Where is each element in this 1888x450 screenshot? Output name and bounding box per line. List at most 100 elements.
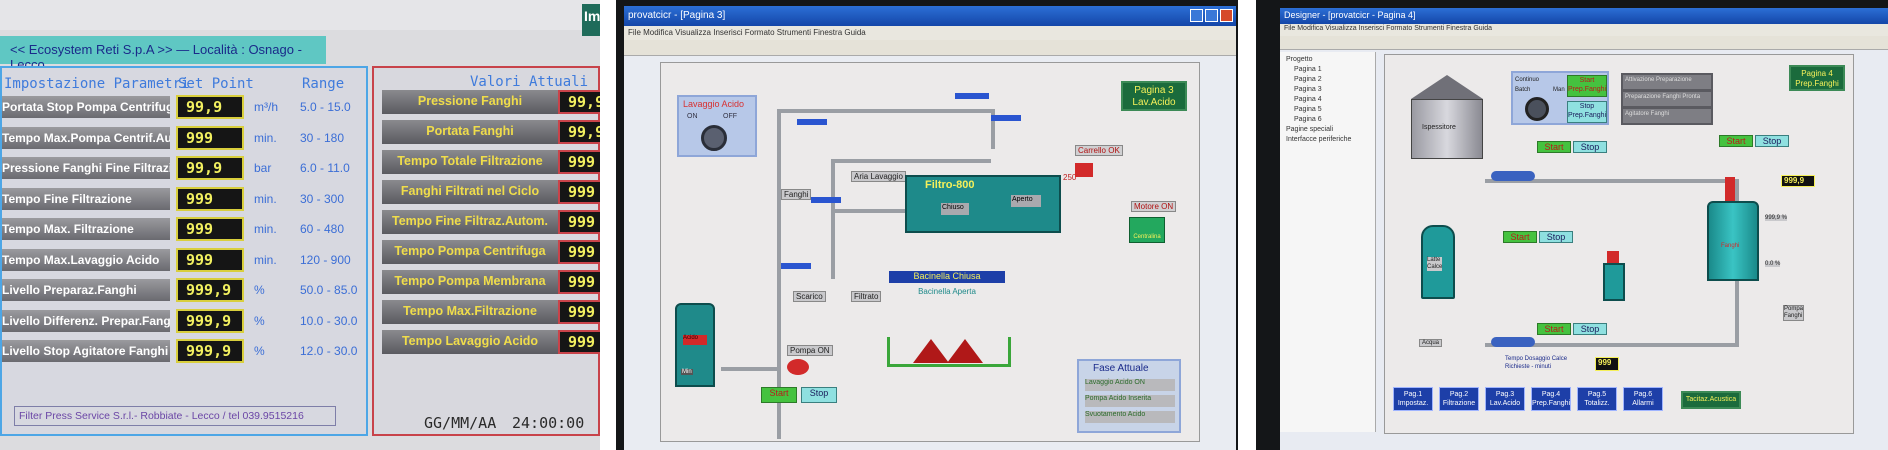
acid-on-label: ON (687, 113, 698, 120)
man-label: Man (1553, 87, 1565, 93)
tree-item[interactable]: Pagina 3 (1284, 86, 1371, 96)
cart-ok-tag: Carrello OK (1075, 145, 1123, 156)
phase-item: Lavaggio Acido ON (1085, 379, 1175, 391)
filter-press[interactable]: Filtro-800 Chiuso Aperto (905, 175, 1061, 233)
unit-label: % (254, 344, 265, 358)
mode-selector[interactable]: Continuo Batch Man Start Prep.Fanghi Sto… (1511, 71, 1609, 125)
range-label: 50.0 - 85.0 (300, 283, 358, 297)
start-prep-button[interactable]: Start Prep.Fanghi (1567, 75, 1607, 97)
setpoint-field[interactable]: 999,9 (176, 278, 244, 302)
scada-canvas: Lavaggio Acido ON OFF Pagina 3 Lav.Acido… (660, 62, 1200, 442)
actual-value-display: 999 (558, 150, 600, 174)
tree-item[interactable]: Pagina 6 (1284, 116, 1371, 126)
valve-indicator-5 (781, 263, 811, 269)
page-nav-button[interactable]: Pag.3 Lav.Acido (1485, 387, 1525, 411)
actual-value-label: Fanghi Filtrati nel Ciclo (382, 180, 558, 204)
actual-value-display: 999 (558, 180, 600, 204)
stop-button[interactable]: Stop (1573, 323, 1607, 335)
tree-item[interactable]: Pagina 4 (1284, 96, 1371, 106)
page-nav-button[interactable]: Pag.6 Allarmi (1623, 387, 1663, 411)
stop-button[interactable]: Stop (1573, 141, 1607, 153)
actual-value-display: 999 (558, 270, 600, 294)
cart-motor-icon (1075, 163, 1093, 177)
tree-item[interactable]: Pagina 2 (1284, 76, 1371, 86)
alarm-silence-button[interactable]: Tacitaz.Acustica (1681, 391, 1741, 409)
tree-item[interactable]: Pagina 5 (1284, 106, 1371, 116)
acid-off-label: OFF (723, 113, 737, 120)
col-setpoint-header: Set Point (178, 76, 254, 92)
range-label: 5.0 - 15.0 (300, 100, 351, 114)
setpoint-field[interactable]: 99,9 (176, 156, 244, 180)
minimize-button[interactable] (1190, 9, 1203, 22)
start-button[interactable]: Start (1719, 135, 1753, 147)
menu-bar[interactable]: File Modifica Visualizza Inserisci Forma… (1280, 24, 1888, 36)
unit-label: % (254, 313, 265, 328)
page-nav-button[interactable]: Pag.2 Filtrazione (1439, 387, 1479, 411)
designer-window: provatcicr - [Pagina 3] File Modifica Vi… (624, 6, 1236, 450)
silo-roof (1411, 75, 1483, 99)
page-nav-button[interactable]: Pag.5 Totalizz. (1577, 387, 1617, 411)
setpoint-field[interactable]: 99,9 (176, 95, 244, 119)
setpoint-field[interactable]: 999 (176, 186, 244, 211)
closed-indicator: Chiuso (941, 203, 969, 215)
phase-title: Fase Attuale (1093, 363, 1149, 374)
company-footer: Filter Press Service S.r.l.- Robbiate - … (14, 406, 336, 426)
unit-label: min. (254, 252, 277, 267)
mixer-motor-icon (1607, 251, 1619, 263)
setpoint-field[interactable]: 999 (176, 217, 244, 241)
page-nav-button[interactable]: Pag.4 Prep.Fanghi (1531, 387, 1571, 411)
acid-wash-title: Lavaggio Acido (683, 99, 745, 109)
designer-window: Designer - [provatcicr - Pagina 4] File … (1280, 8, 1888, 450)
setpoint-field[interactable]: 999,9 (176, 339, 244, 363)
page-nav-button[interactable]: Pag.1 Impostaz. (1393, 387, 1433, 411)
maximize-button[interactable] (1205, 9, 1218, 22)
range-label: 30 - 180 (300, 130, 345, 145)
param-label: Tempo Fine Filtrazione (2, 187, 170, 210)
actual-value-label: Tempo Pompa Centrifuga (382, 240, 558, 264)
sludge-pump-tag: Pompa Fanghi (1783, 305, 1805, 321)
stop-button[interactable]: Stop (1755, 135, 1789, 147)
window-titlebar: Designer - [provatcicr - Pagina 4] (1280, 8, 1888, 24)
stop-button[interactable]: Stop (1539, 231, 1573, 243)
acid-pump-icon[interactable] (787, 359, 809, 375)
tree-item[interactable]: Pagine speciali (1284, 126, 1371, 136)
unit-label: min. (254, 130, 277, 145)
stop-prep-button[interactable]: Stop Prep.Fanghi (1567, 101, 1607, 123)
motor-on-tag: Motore ON (1131, 201, 1177, 212)
filtrate-tag: Filtrato (851, 291, 882, 302)
start-button[interactable]: Start (1537, 141, 1571, 153)
tree-item[interactable]: Interfacce periferiche (1284, 136, 1371, 146)
project-tree[interactable]: Progetto Pagina 1 Pagina 2 Pagina 3 Pagina 4… (1280, 52, 1376, 432)
selector-knob-icon[interactable] (1525, 97, 1549, 121)
acid-tank: Acido Min (675, 303, 715, 387)
col-params-header: Impostazione Parametri (4, 76, 190, 92)
unit-label: % (254, 283, 265, 297)
range-label: 120 - 900 (300, 252, 351, 267)
stop-button[interactable]: Stop (801, 387, 837, 403)
actual-value-display: 999 (558, 300, 600, 324)
dosing-tank (1603, 263, 1625, 301)
setpoint-field[interactable]: 999 (176, 125, 244, 150)
acid-tank-label: Acido (683, 335, 707, 345)
start-button[interactable]: Start (1537, 323, 1571, 335)
start-button[interactable]: Start (761, 387, 797, 403)
menu-bar[interactable]: File Modifica Visualizza Inserisci Forma… (624, 26, 1236, 40)
actual-value-label: Tempo Totale Filtrazione (382, 150, 558, 174)
acid-wash-selector[interactable]: Lavaggio Acido ON OFF (677, 95, 757, 157)
screw-pump-icon (1491, 337, 1535, 347)
setpoint-field[interactable]: 999,9 (176, 308, 244, 333)
setpoint-field[interactable]: 999 (176, 247, 244, 272)
actual-value-label: Tempo Max.Filtrazione (382, 300, 558, 324)
valve-indicator-1 (797, 119, 827, 125)
close-button[interactable] (1220, 9, 1233, 22)
page-badge: Pagina 4 Prep.Fanghi (1789, 65, 1845, 91)
start-button[interactable]: Start (1503, 231, 1537, 243)
lime-dosing-value[interactable]: 999 (1595, 357, 1619, 371)
actual-value-display: 99,9 (558, 120, 600, 144)
tree-item[interactable]: Pagina 1 (1284, 66, 1371, 76)
tree-item[interactable]: Progetto (1284, 56, 1371, 66)
filter-label: Filtro-800 (925, 179, 975, 191)
sludge-tank: Fanghi (1707, 201, 1759, 281)
inner-vertical-pipe (831, 159, 835, 279)
selector-knob-icon[interactable] (701, 125, 727, 151)
